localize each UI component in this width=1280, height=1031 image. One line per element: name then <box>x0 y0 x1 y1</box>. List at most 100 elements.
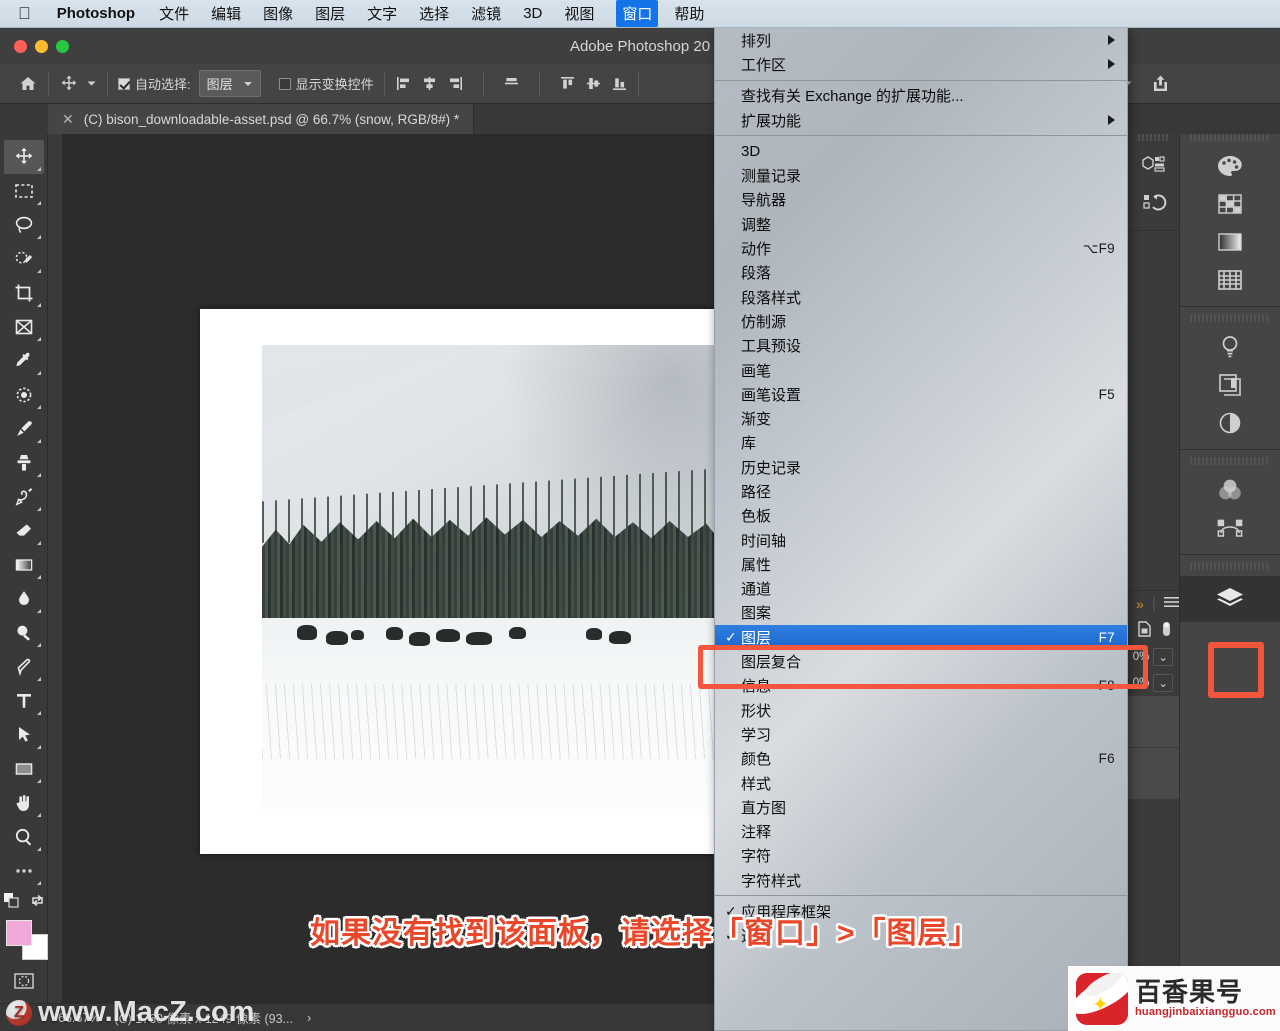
clone-stamp-tool[interactable] <box>4 446 44 480</box>
menu-help[interactable]: 帮助 <box>674 3 704 24</box>
panel-grip[interactable] <box>1138 133 1169 141</box>
menu-item-段落样式[interactable]: 段落样式 <box>715 285 1127 309</box>
panel-grip[interactable] <box>1190 314 1270 322</box>
menu-item-图层[interactable]: ✓ 图层 F7 <box>715 625 1127 650</box>
move-tool[interactable] <box>3 140 44 174</box>
close-button[interactable] <box>14 39 27 53</box>
align-horizontal-centers-icon[interactable] <box>421 75 438 92</box>
auto-select-checkbox[interactable]: 自动选择: <box>118 74 191 93</box>
menu-edit[interactable]: 编辑 <box>211 3 241 24</box>
dodge-tool[interactable] <box>4 616 44 650</box>
quick-mask-icon[interactable] <box>4 964 44 998</box>
close-icon[interactable]: ✕ <box>62 111 74 128</box>
apple-logo-icon[interactable]:  <box>18 5 31 22</box>
color-panel-icon[interactable] <box>1180 147 1280 185</box>
auto-select-scope-dropdown[interactable]: 图层 <box>198 70 261 97</box>
layer-row[interactable] <box>1128 747 1179 799</box>
gradients-panel-icon[interactable] <box>1180 223 1280 261</box>
layer-row[interactable] <box>1128 695 1179 747</box>
menu-item-查找有关 Exchange 的扩展功能...[interactable]: 查找有关 Exchange 的扩展功能... <box>715 84 1127 108</box>
share-icon[interactable] <box>1151 74 1170 93</box>
color-swatches[interactable] <box>2 918 48 960</box>
align-right-edges-icon[interactable] <box>447 75 464 92</box>
menu-item-导航器[interactable]: 导航器 <box>715 188 1127 212</box>
adjustments-panel-icon[interactable] <box>1180 328 1280 366</box>
frame-tool[interactable] <box>4 310 44 344</box>
layer-comps-panel-icon[interactable] <box>1180 366 1280 404</box>
hand-tool[interactable] <box>4 786 44 820</box>
tool-preset-chevron-icon[interactable] <box>86 78 97 89</box>
window-menu-dropdown[interactable]: 排列 工作区 查找有关 Exchange 的扩展功能... 扩展功能 3D 测量记录 导航器… <box>714 28 1128 1031</box>
move-tool-icon[interactable] <box>59 74 79 94</box>
panel-grip[interactable] <box>1190 133 1270 141</box>
minimize-button[interactable] <box>35 39 48 53</box>
eraser-tool[interactable] <box>4 514 44 548</box>
rectangular-marquee-tool[interactable] <box>4 174 44 208</box>
rectangle-tool[interactable] <box>4 752 44 786</box>
fill-chevron-icon[interactable]: ⌄ <box>1153 673 1173 692</box>
artboard[interactable] <box>200 309 720 854</box>
menu-item-属性[interactable]: 属性 <box>715 552 1127 576</box>
menu-image[interactable]: 图像 <box>263 3 293 24</box>
menu-item-历史记录[interactable]: 历史记录 <box>715 455 1127 479</box>
menu-select[interactable]: 选择 <box>419 3 449 24</box>
menu-item-段落[interactable]: 段落 <box>715 261 1127 285</box>
expand-panels-icon[interactable]: » <box>1136 596 1144 612</box>
gradient-tool[interactable] <box>4 548 44 582</box>
menu-item-动作[interactable]: 动作 ⌥F9 <box>715 236 1127 260</box>
home-icon[interactable] <box>18 74 38 94</box>
type-tool[interactable] <box>4 684 44 718</box>
app-name-label[interactable]: Photoshop <box>57 5 135 22</box>
menu-item-颜色[interactable]: 颜色 F6 <box>715 747 1127 771</box>
panel-grip[interactable] <box>1190 562 1270 570</box>
menu-file[interactable]: 文件 <box>159 3 189 24</box>
menu-type[interactable]: 文字 <box>367 3 397 24</box>
lasso-tool[interactable] <box>4 208 44 242</box>
show-transform-checkbox[interactable]: 显示变换控件 <box>278 74 374 93</box>
spot-healing-brush-tool[interactable] <box>4 378 44 412</box>
panel-grip[interactable] <box>1190 457 1270 465</box>
menu-item-图案[interactable]: 图案 <box>715 601 1127 625</box>
menu-item-样式[interactable]: 样式 <box>715 771 1127 795</box>
swap-colors-icon[interactable] <box>30 893 45 913</box>
lock-icon[interactable] <box>1137 621 1152 640</box>
eye-icon[interactable] <box>1160 619 1173 642</box>
menu-item-画笔设置[interactable]: 画笔设置 F5 <box>715 382 1127 406</box>
fill-value[interactable]: 0% <box>1133 677 1150 689</box>
crop-tool[interactable] <box>4 276 44 310</box>
menu-item-学习[interactable]: 学习 <box>715 722 1127 746</box>
menu-filter[interactable]: 滤镜 <box>471 3 501 24</box>
menu-item-仿制源[interactable]: 仿制源 <box>715 309 1127 333</box>
menu-item-库[interactable]: 库 <box>715 431 1127 455</box>
align-bottom-edges-icon[interactable] <box>611 75 628 92</box>
menu-item-路径[interactable]: 路径 <box>715 479 1127 503</box>
quick-selection-tool[interactable] <box>4 242 44 276</box>
menu-item-图层复合[interactable]: 图层复合 <box>715 649 1127 673</box>
history-panel-icon[interactable] <box>1128 185 1179 223</box>
panel-menu-icon[interactable] <box>1163 595 1179 613</box>
patterns-panel-icon[interactable] <box>1180 261 1280 299</box>
layers-panel-icon[interactable] <box>1180 576 1280 622</box>
menu-view[interactable]: 视图 <box>564 3 594 24</box>
menu-item-工具预设[interactable]: 工具预设 <box>715 334 1127 358</box>
zoom-tool[interactable] <box>4 820 44 854</box>
menu-item-注释[interactable]: 注释 <box>715 820 1127 844</box>
menu-window[interactable]: 窗口 <box>616 0 659 27</box>
status-chevron-icon[interactable]: › <box>307 1011 311 1025</box>
menu-3d[interactable]: 3D <box>523 5 542 22</box>
blur-tool[interactable] <box>4 582 44 616</box>
swatches-panel-icon[interactable] <box>1180 185 1280 223</box>
align-left-edges-icon[interactable] <box>395 75 412 92</box>
menu-item-色板[interactable]: 色板 <box>715 504 1127 528</box>
menu-item-3D[interactable]: 3D <box>715 139 1127 163</box>
brush-tool[interactable] <box>4 412 44 446</box>
history-brush-tool[interactable] <box>4 480 44 514</box>
menu-item-时间轴[interactable]: 时间轴 <box>715 528 1127 552</box>
menu-item-直方图[interactable]: 直方图 <box>715 795 1127 819</box>
opacity-value[interactable]: 0% <box>1133 651 1150 663</box>
align-middle-icon[interactable] <box>503 75 520 92</box>
menu-item-排列[interactable]: 排列 <box>715 28 1127 52</box>
channels-panel-icon[interactable] <box>1180 471 1280 509</box>
document-tab[interactable]: ✕ (C) bison_downloadable-asset.psd @ 66.… <box>48 104 475 134</box>
pen-tool[interactable] <box>4 650 44 684</box>
